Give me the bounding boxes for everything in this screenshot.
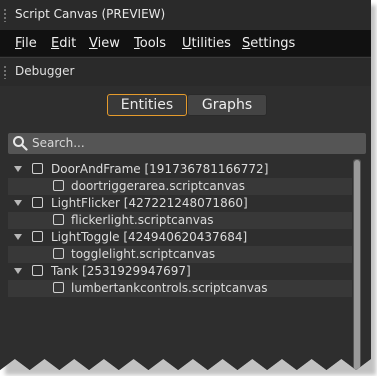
graph-checkbox[interactable]: [53, 282, 64, 293]
graph-label: flickerlight.scriptcanvas: [71, 213, 214, 227]
menu-view[interactable]: View: [89, 36, 120, 51]
entity-checkbox[interactable]: [32, 197, 43, 208]
tab-graphs[interactable]: Graphs: [187, 94, 267, 116]
tree-graph-row[interactable]: togglelight.scriptcanvas: [8, 246, 352, 263]
tree-entity-row[interactable]: DoorAndFrame [191736781166772]: [8, 161, 352, 178]
search-box[interactable]: Search...: [8, 133, 366, 154]
graph-checkbox[interactable]: [53, 180, 64, 191]
entity-label: DoorAndFrame [191736781166772]: [51, 162, 269, 176]
expand-arrow-icon[interactable]: [14, 234, 22, 240]
expand-arrow-icon[interactable]: [14, 166, 22, 172]
tree-graph-row[interactable]: doortriggerarea.scriptcanvas: [8, 178, 352, 195]
graph-checkbox[interactable]: [53, 214, 64, 225]
tab-entities[interactable]: Entities: [107, 94, 187, 116]
graph-label: togglelight.scriptcanvas: [71, 247, 216, 261]
tree-entity-row[interactable]: LightFlicker [427221248071860]: [8, 195, 352, 212]
vertical-scrollbar[interactable]: [353, 159, 361, 370]
search-input[interactable]: Search...: [32, 136, 85, 150]
window-title: Script Canvas (PREVIEW): [15, 7, 166, 21]
menu-file[interactable]: File: [15, 36, 37, 51]
menu-utilities[interactable]: Utilities: [182, 36, 231, 51]
debugger-content: Entities Graphs Search... DoorAndFrame […: [0, 86, 371, 370]
tree-graph-row[interactable]: flickerlight.scriptcanvas: [8, 212, 352, 229]
menu-tools[interactable]: Tools: [134, 36, 166, 51]
scrollbar-thumb[interactable]: [354, 160, 360, 370]
menu-bar: File Edit View Tools Utilities Settings: [0, 31, 371, 56]
expand-arrow-icon[interactable]: [14, 200, 22, 206]
panel-grip-icon[interactable]: [4, 65, 6, 79]
graph-label: lumbertankcontrols.scriptcanvas: [71, 281, 268, 295]
graph-label: doortriggerarea.scriptcanvas: [71, 179, 246, 193]
entity-checkbox[interactable]: [32, 265, 43, 276]
entity-checkbox[interactable]: [32, 231, 43, 242]
menu-edit[interactable]: Edit: [51, 36, 76, 51]
menu-settings[interactable]: Settings: [242, 36, 295, 51]
tree-entity-row[interactable]: Tank [2531929947697]: [8, 263, 352, 280]
title-bar[interactable]: Script Canvas (PREVIEW): [0, 0, 371, 31]
tree-entity-row[interactable]: LightToggle [424940620437684]: [8, 229, 352, 246]
entity-label: Tank [2531929947697]: [51, 264, 191, 278]
drag-grip-icon[interactable]: [4, 8, 6, 22]
entity-label: LightToggle [424940620437684]: [51, 230, 248, 244]
entity-tree: DoorAndFrame [191736781166772] doortrigg…: [8, 158, 352, 370]
tree-graph-row[interactable]: lumbertankcontrols.scriptcanvas: [8, 280, 352, 297]
entity-label: LightFlicker [427221248071860]: [51, 196, 248, 210]
script-canvas-window: Script Canvas (PREVIEW) File Edit View T…: [0, 0, 371, 370]
entity-checkbox[interactable]: [32, 163, 43, 174]
expand-arrow-icon[interactable]: [14, 268, 22, 274]
graph-checkbox[interactable]: [53, 248, 64, 259]
debugger-panel-header[interactable]: Debugger: [0, 57, 371, 87]
search-icon: [13, 136, 28, 151]
panel-title: Debugger: [15, 64, 75, 78]
